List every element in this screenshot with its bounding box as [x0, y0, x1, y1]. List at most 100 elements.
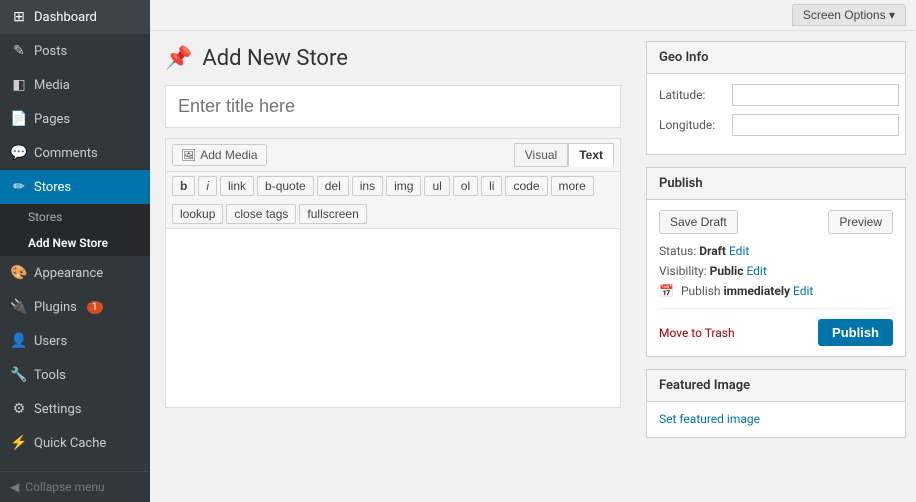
publish-button[interactable]: Publish [818, 319, 893, 346]
move-to-trash-link[interactable]: Move to Trash [659, 326, 735, 340]
toolbar-btn-italic[interactable]: i [198, 176, 217, 196]
toolbar-btn-ul[interactable]: ul [424, 176, 449, 196]
geo-info-box: Geo Info Latitude: Longitude: [646, 41, 906, 155]
visibility-edit-link[interactable]: Edit [746, 264, 766, 278]
sidebar-item-label: Tools [34, 368, 66, 383]
settings-icon: ⚙ [10, 400, 28, 418]
tab-visual[interactable]: Visual [514, 143, 568, 167]
longitude-label: Longitude: [659, 118, 724, 132]
users-icon: 👤 [10, 332, 28, 350]
sidebar-item-label: Plugins [34, 300, 77, 315]
toolbar-buttons-row1: b i link b-quote del ins img ul ol li co… [166, 172, 620, 200]
set-featured-image-link[interactable]: Set featured image [659, 412, 760, 426]
sidebar-item-label: Users [34, 334, 67, 349]
publish-action-row: Save Draft Preview [659, 210, 893, 234]
toolbar-btn-code[interactable]: code [505, 176, 547, 196]
sidebar: ⊞ Dashboard ✎ Posts ◧ Media 📄 Pages 💬 Co… [0, 0, 150, 502]
add-media-icon: 🖼 [181, 148, 196, 162]
toolbar-btn-close-tags[interactable]: close tags [226, 204, 296, 224]
sidebar-item-posts[interactable]: ✎ Posts [0, 34, 150, 68]
toolbar-btn-fullscreen[interactable]: fullscreen [299, 204, 366, 224]
pages-icon: 📄 [10, 110, 28, 128]
sidebar-item-label: Dashboard [34, 10, 97, 25]
sidebar-item-media[interactable]: ◧ Media [0, 68, 150, 102]
collapse-menu-button[interactable]: ◀ Collapse menu [0, 472, 150, 502]
toolbar-btn-ins[interactable]: ins [352, 176, 383, 196]
stores-submenu: Stores Add New Store [0, 204, 150, 256]
publish-box: Publish Save Draft Preview Status: Draft… [646, 167, 906, 357]
publish-body: Save Draft Preview Status: Draft Edit Vi… [647, 200, 905, 356]
posts-icon: ✎ [10, 42, 28, 60]
longitude-row: Longitude: [659, 114, 893, 136]
latitude-input[interactable] [732, 84, 899, 106]
sidebar-item-plugins[interactable]: 🔌 Plugins 1 [0, 290, 150, 324]
toolbar-top: 🖼 Add Media Visual Text [166, 139, 620, 172]
sidebar-item-comments[interactable]: 💬 Comments [0, 136, 150, 170]
toolbar-btn-li[interactable]: li [481, 176, 502, 196]
page-title-row: 📌 Add New Store [165, 46, 621, 71]
tools-icon: 🔧 [10, 366, 28, 384]
submenu-item-add-new-store[interactable]: Add New Store [0, 230, 150, 256]
sidebar-item-quick-cache[interactable]: ⚡ Quick Cache [0, 426, 150, 460]
title-input[interactable] [165, 85, 621, 128]
media-icon: ◧ [10, 76, 28, 94]
publish-time-edit-link[interactable]: Edit [793, 284, 813, 298]
page-title: Add New Store [202, 46, 347, 71]
appearance-icon: 🎨 [10, 264, 28, 282]
publish-label: Publish [681, 284, 721, 298]
latitude-label: Latitude: [659, 88, 724, 102]
toolbar-btn-bquote[interactable]: b-quote [257, 176, 314, 196]
editor-body[interactable] [165, 228, 621, 408]
calendar-icon: 📅 [659, 284, 674, 298]
visibility-label: Visibility: [659, 264, 707, 278]
toolbar-btn-lookup[interactable]: lookup [172, 204, 223, 224]
sidebar-item-label: Pages [34, 112, 70, 127]
add-media-button[interactable]: 🖼 Add Media [172, 144, 267, 166]
featured-image-body: Set featured image [647, 402, 905, 437]
plugins-badge: 1 [87, 301, 103, 314]
save-draft-button[interactable]: Save Draft [659, 210, 738, 234]
visibility-row: Visibility: Public Edit [659, 264, 893, 278]
toolbar-btn-del[interactable]: del [317, 176, 349, 196]
right-sidebar: Geo Info Latitude: Longitude: Publish [636, 31, 916, 502]
sidebar-item-stores[interactable]: ✏ Stores [0, 170, 150, 204]
featured-image-title: Featured Image [647, 370, 905, 402]
toolbar-btn-more[interactable]: more [551, 176, 594, 196]
sidebar-item-dashboard[interactable]: ⊞ Dashboard [0, 0, 150, 34]
add-media-label: Add Media [200, 148, 257, 162]
publish-time-row: 📅 Publish immediately Edit [659, 284, 893, 298]
sidebar-item-tools[interactable]: 🔧 Tools [0, 358, 150, 392]
status-edit-link[interactable]: Edit [729, 244, 749, 258]
publish-row: Move to Trash Publish [659, 308, 893, 346]
content-area: 📌 Add New Store 🖼 Add Media Visual Text [150, 31, 916, 502]
geo-info-body: Latitude: Longitude: [647, 74, 905, 154]
screen-options-button[interactable]: Screen Options [792, 4, 906, 26]
tab-text[interactable]: Text [568, 143, 614, 167]
status-value: Draft [699, 244, 726, 258]
sidebar-item-label: Settings [34, 402, 81, 417]
sidebar-item-settings[interactable]: ⚙ Settings [0, 392, 150, 426]
geo-info-title: Geo Info [647, 42, 905, 74]
sidebar-item-label: Media [34, 78, 70, 93]
submenu-item-stores[interactable]: Stores [0, 204, 150, 230]
sidebar-item-pages[interactable]: 📄 Pages [0, 102, 150, 136]
editor-area: 📌 Add New Store 🖼 Add Media Visual Text [150, 31, 636, 502]
toolbar-btn-bold[interactable]: b [172, 176, 195, 196]
dashboard-icon: ⊞ [10, 8, 28, 26]
status-label: Status: [659, 244, 696, 258]
page-title-icon: 📌 [165, 46, 192, 71]
comments-icon: 💬 [10, 144, 28, 162]
toolbar-btn-ol[interactable]: ol [453, 176, 478, 196]
latitude-row: Latitude: [659, 84, 893, 106]
stores-icon: ✏ [10, 178, 28, 196]
toolbar-btn-link[interactable]: link [220, 176, 254, 196]
toolbar-btn-img[interactable]: img [386, 176, 421, 196]
sidebar-item-users[interactable]: 👤 Users [0, 324, 150, 358]
featured-image-box: Featured Image Set featured image [646, 369, 906, 438]
collapse-icon: ◀ [10, 480, 19, 494]
preview-button[interactable]: Preview [828, 210, 893, 234]
sidebar-item-label: Comments [34, 146, 98, 161]
editor-toolbar: 🖼 Add Media Visual Text b i link b-quote… [165, 138, 621, 228]
sidebar-item-appearance[interactable]: 🎨 Appearance [0, 256, 150, 290]
longitude-input[interactable] [732, 114, 899, 136]
